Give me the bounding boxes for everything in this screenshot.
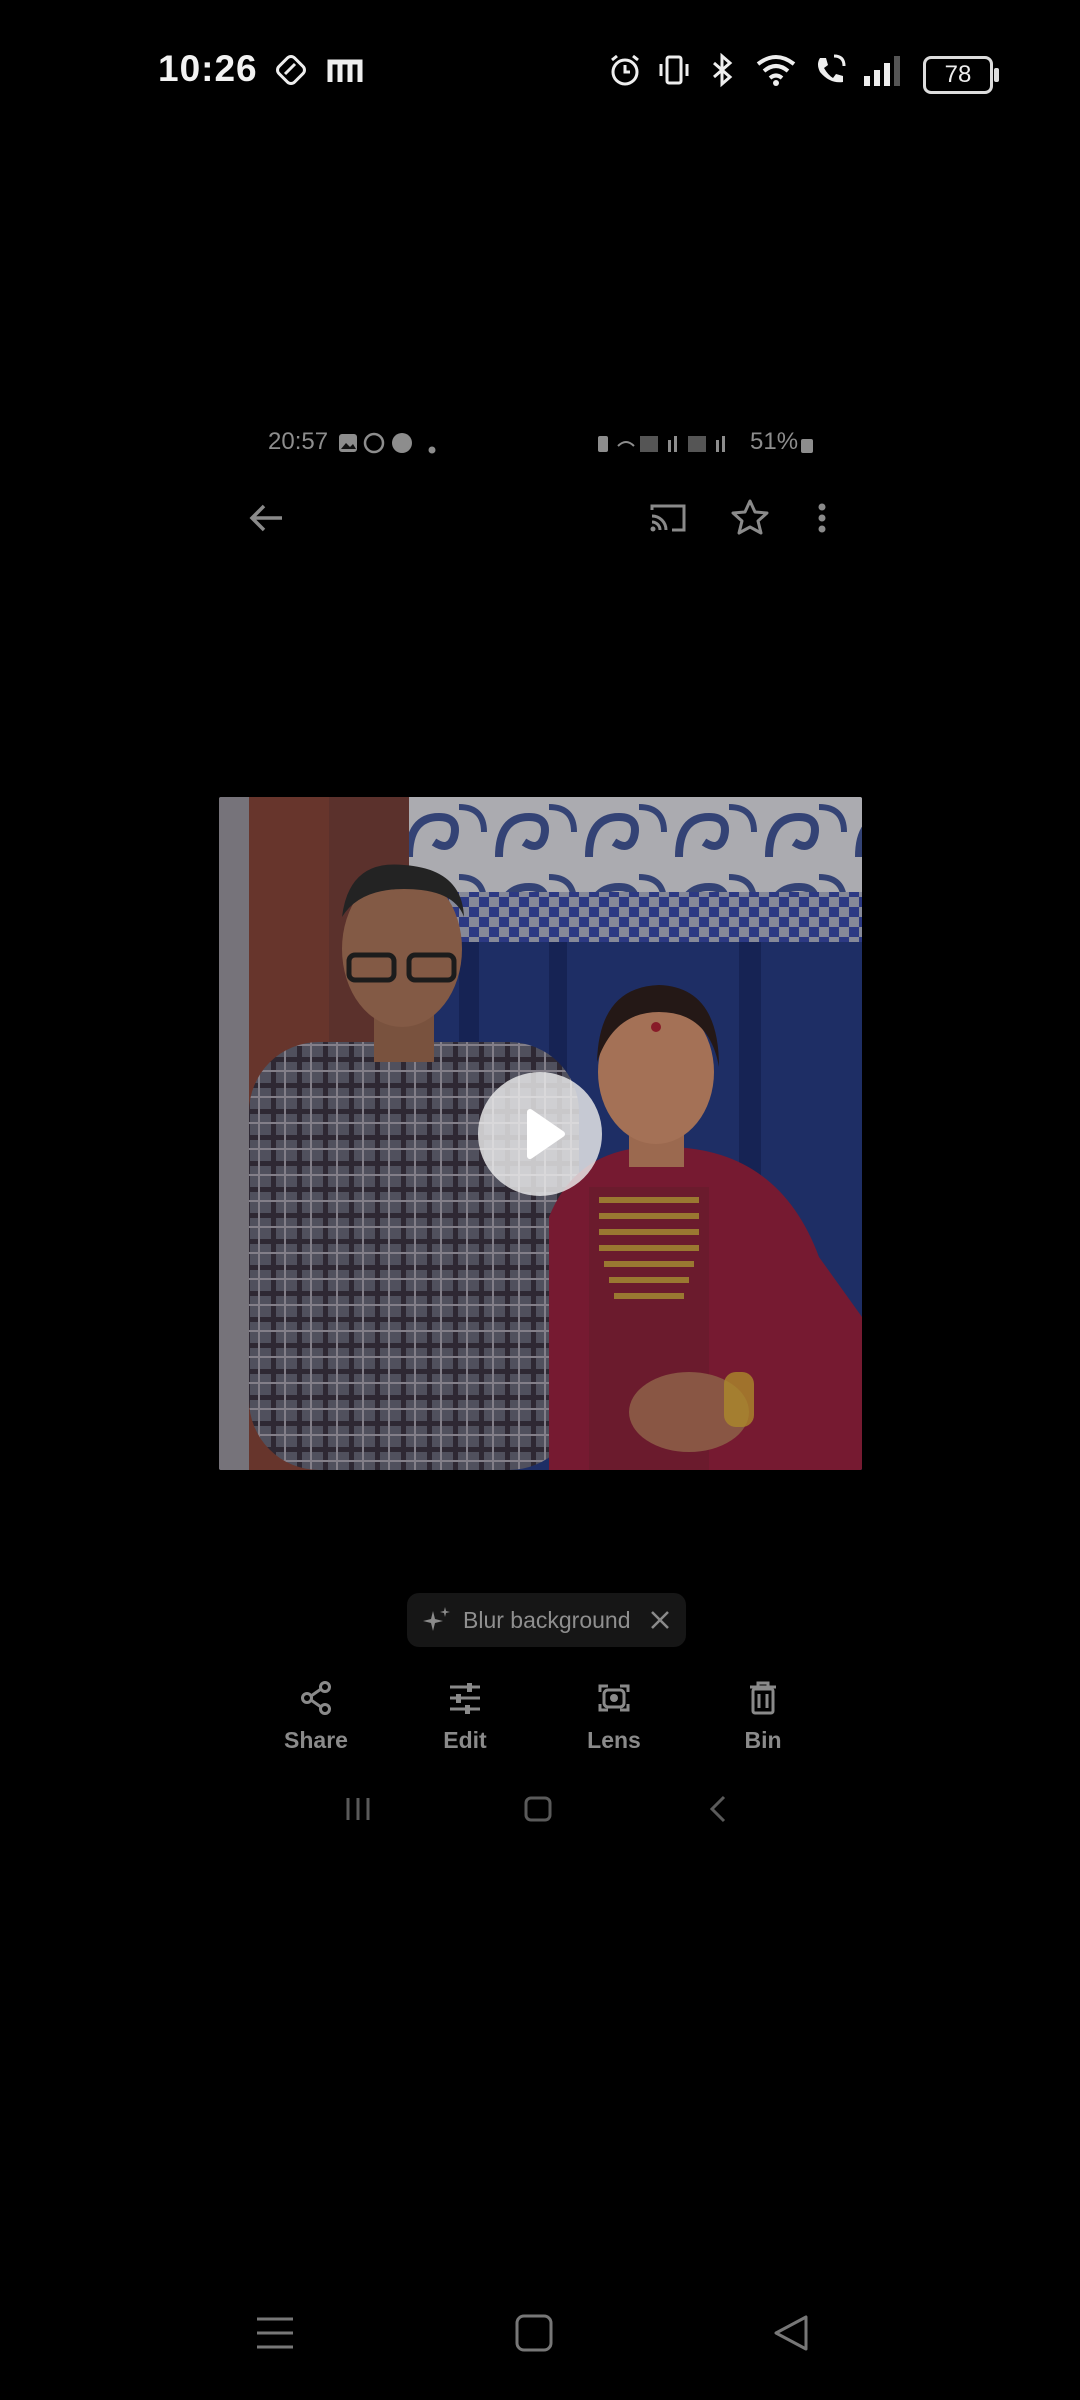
share-button[interactable]: Share — [261, 1680, 371, 1754]
back-arrow-icon[interactable] — [246, 500, 286, 541]
vibrate-icon — [656, 52, 692, 93]
sparkle-icon — [421, 1605, 453, 1640]
edit-button[interactable]: Edit — [410, 1680, 520, 1754]
status-bar: 10:26 78 — [0, 0, 1080, 140]
wifi-icon — [754, 52, 798, 93]
inner-status-icons — [596, 432, 746, 459]
m-app-icon — [326, 52, 364, 93]
play-button[interactable] — [478, 1072, 602, 1196]
star-icon[interactable] — [730, 498, 770, 541]
blur-background-chip[interactable]: Blur background — [407, 1593, 686, 1647]
inner-status-time: 20:57 — [268, 428, 329, 455]
lens-app-icon — [273, 52, 309, 93]
whatsapp-notification-icon — [363, 432, 385, 459]
more-vert-icon[interactable] — [810, 500, 834, 541]
inner-back-icon — [708, 1794, 728, 1829]
signal-icon — [860, 52, 904, 93]
home-button-icon[interactable] — [514, 2313, 554, 2358]
back-triangle-icon[interactable] — [771, 2313, 811, 2358]
recents-menu-icon[interactable] — [254, 2314, 296, 2357]
lens-label: Lens — [587, 1727, 641, 1753]
chip-label: Blur background — [463, 1607, 631, 1633]
share-icon — [301, 1681, 331, 1715]
lens-icon — [598, 1684, 630, 1712]
lens-button[interactable]: Lens — [559, 1680, 669, 1754]
cast-icon[interactable] — [648, 500, 688, 541]
inner-recents-icon — [343, 1796, 373, 1827]
bin-label: Bin — [744, 1727, 782, 1753]
wifi-call-icon — [812, 52, 848, 93]
dot-icon — [428, 441, 436, 459]
close-icon[interactable] — [649, 1609, 671, 1636]
call-notification-icon — [391, 432, 413, 459]
alarm-icon — [607, 52, 643, 93]
gallery-notification-icon — [337, 432, 359, 459]
bin-button[interactable]: Bin — [708, 1680, 818, 1754]
inner-home-icon — [523, 1795, 553, 1828]
status-time: 10:26 — [158, 48, 258, 89]
bluetooth-icon — [704, 52, 740, 93]
edit-label: Edit — [443, 1727, 487, 1753]
play-icon — [527, 1109, 565, 1159]
tune-icon — [450, 1683, 480, 1714]
trash-icon — [750, 1681, 776, 1715]
battery-indicator: 78 — [923, 56, 999, 94]
inner-battery-icon — [800, 436, 814, 459]
share-label: Share — [284, 1727, 348, 1753]
inner-battery-text: 51% — [750, 428, 799, 455]
